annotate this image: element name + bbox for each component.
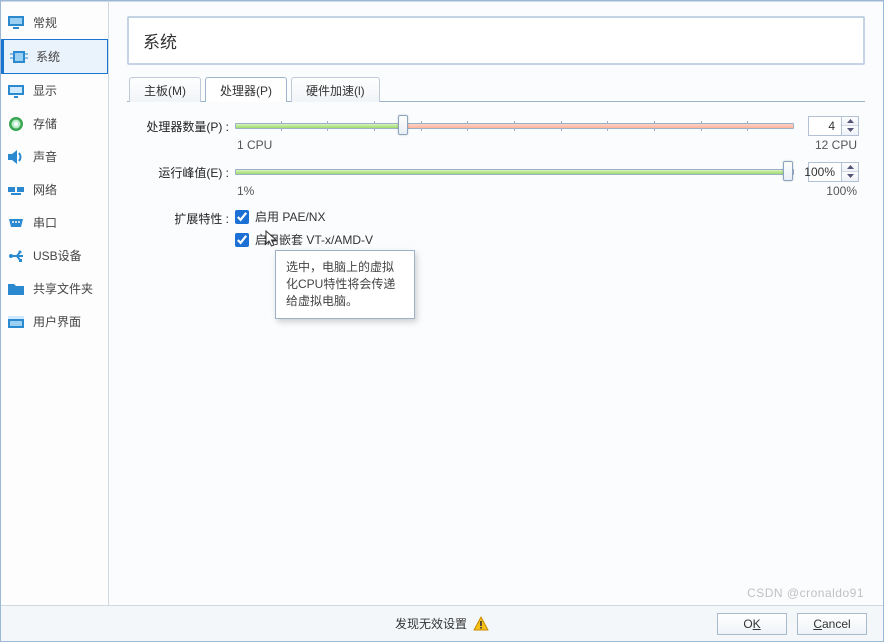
content-area: 常规系统显示存储声音网络串口USB设备共享文件夹用户界面 系统 主板(M)处理器… bbox=[1, 1, 883, 605]
sidebar-item-disc[interactable]: 存储 bbox=[1, 107, 108, 140]
label-extended-features: 扩展特性 bbox=[133, 208, 229, 227]
sidebar-item-label: 用户界面 bbox=[33, 313, 81, 330]
sidebar-item-label: 共享文件夹 bbox=[33, 280, 93, 297]
row-execution-cap: 运行峰值(E) 100% bbox=[133, 162, 859, 198]
cpu-slider-labels: 1 CPU 12 CPU bbox=[235, 138, 859, 152]
checkbox-nested-vtx[interactable]: 启用嵌套 VT-x/AMD-V bbox=[235, 231, 859, 248]
checkbox-nested-vtx-input[interactable] bbox=[235, 233, 249, 247]
sidebar-item-network[interactable]: 网络 bbox=[1, 173, 108, 206]
sidebar: 常规系统显示存储声音网络串口 USB设备共享文件夹用户界面 bbox=[1, 2, 109, 605]
checkbox-pae-nx-label: 启用 PAE/NX bbox=[255, 208, 325, 225]
sidebar-item-usb[interactable]: USB设备 bbox=[1, 239, 108, 272]
tab-motherboard[interactable]: 主板(M) bbox=[129, 77, 201, 102]
vm-settings-dialog: 常规系统显示存储声音网络串口USB设备共享文件夹用户界面 系统 主板(M)处理器… bbox=[0, 0, 884, 642]
cap-slider-labels: 1% 100% bbox=[235, 184, 859, 198]
tooltip-nested-vtx: 选中，电脑上的虚拟化CPU特性将会传递给虚拟电脑。 bbox=[275, 250, 415, 319]
sidebar-item-label: 网络 bbox=[33, 181, 57, 198]
checkbox-pae-nx[interactable]: 启用 PAE/NX bbox=[235, 208, 859, 225]
monitor-icon bbox=[7, 15, 25, 31]
cpu-count-value[interactable]: 4 bbox=[809, 117, 841, 135]
serial-icon bbox=[7, 215, 25, 231]
cancel-button[interactable]: Cancel bbox=[797, 613, 867, 635]
usb-icon bbox=[7, 248, 25, 264]
display-icon bbox=[7, 83, 25, 99]
cpu-min-label: 1 CPU bbox=[237, 138, 272, 152]
window-icon bbox=[7, 314, 25, 330]
sidebar-item-folder[interactable]: 共享文件夹 bbox=[1, 272, 108, 305]
sidebar-item-speaker[interactable]: 声音 bbox=[1, 140, 108, 173]
chip-icon bbox=[10, 49, 28, 65]
sidebar-item-window[interactable]: 用户界面 bbox=[1, 305, 108, 338]
status-text: 发现无效设置 bbox=[395, 615, 467, 632]
sidebar-item-label: USB设备 bbox=[33, 247, 82, 264]
sidebar-item-display[interactable]: 显示 bbox=[1, 74, 108, 107]
sidebar-item-chip[interactable]: 系统 bbox=[1, 39, 108, 74]
cpu-max-label: 12 CPU bbox=[815, 138, 857, 152]
cap-max-label: 100% bbox=[826, 184, 857, 198]
execution-cap-slider[interactable] bbox=[235, 165, 794, 179]
row-cpu-count: 处理器数量(P) bbox=[133, 116, 859, 152]
ok-button[interactable]: OK bbox=[717, 613, 787, 635]
label-execution-cap: 运行峰值(E) bbox=[133, 162, 229, 181]
footer: 发现无效设置 OK Cancel bbox=[1, 605, 883, 641]
status-area: 发现无效设置 bbox=[395, 615, 489, 632]
cap-up[interactable] bbox=[842, 163, 858, 172]
cpu-count-slider-line: 4 bbox=[235, 116, 859, 136]
tab-accel[interactable]: 硬件加速(l) bbox=[291, 77, 380, 102]
sidebar-item-label: 显示 bbox=[33, 82, 57, 99]
folder-icon bbox=[7, 281, 25, 297]
label-cpu-count: 处理器数量(P) bbox=[133, 116, 229, 135]
sidebar-item-label: 常规 bbox=[33, 14, 57, 31]
network-icon bbox=[7, 182, 25, 198]
main-panel: 系统 主板(M)处理器(P)硬件加速(l) 处理器数量(P) bbox=[109, 2, 883, 605]
cpu-count-slider-thumb[interactable] bbox=[398, 115, 408, 135]
sidebar-item-label: 串口 bbox=[33, 214, 57, 231]
sidebar-item-label: 存储 bbox=[33, 115, 57, 132]
cap-min-label: 1% bbox=[237, 184, 254, 198]
execution-cap-slider-thumb[interactable] bbox=[783, 161, 793, 181]
execution-cap-slider-line: 100% bbox=[235, 162, 859, 182]
checkbox-nested-vtx-label: 启用嵌套 VT-x/AMD-V bbox=[255, 231, 373, 248]
cpu-count-spinbox[interactable]: 4 bbox=[808, 116, 859, 136]
tab-processor[interactable]: 处理器(P) bbox=[205, 77, 287, 102]
cpu-count-up[interactable] bbox=[842, 117, 858, 126]
sidebar-item-label: 声音 bbox=[33, 148, 57, 165]
page-title: 系统 bbox=[127, 16, 865, 65]
sidebar-item-label: 系统 bbox=[36, 48, 60, 65]
disc-icon bbox=[7, 116, 25, 132]
sidebar-item-monitor[interactable]: 常规 bbox=[1, 6, 108, 39]
tab-content-processor: 处理器数量(P) bbox=[127, 102, 865, 270]
tabbar: 主板(M)处理器(P)硬件加速(l) bbox=[127, 77, 865, 102]
speaker-icon bbox=[7, 149, 25, 165]
cpu-count-down[interactable] bbox=[842, 126, 858, 135]
cpu-count-slider[interactable] bbox=[235, 119, 794, 133]
warning-icon bbox=[473, 616, 489, 632]
execution-cap-value[interactable]: 100% bbox=[809, 163, 841, 181]
cap-down[interactable] bbox=[842, 172, 858, 181]
row-extended-features: 扩展特性 启用 PAE/NX 启用嵌套 VT-x/AMD-V bbox=[133, 208, 859, 254]
sidebar-item-serial[interactable]: 串口 bbox=[1, 206, 108, 239]
checkbox-pae-nx-input[interactable] bbox=[235, 210, 249, 224]
execution-cap-spinbox[interactable]: 100% bbox=[808, 162, 859, 182]
